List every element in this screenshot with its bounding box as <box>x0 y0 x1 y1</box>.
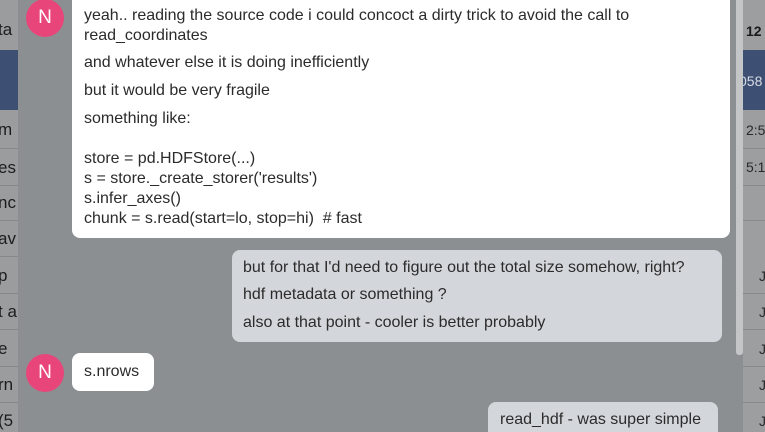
background-text: (5 <box>0 411 14 430</box>
message-text: and whatever else it is doing inefficien… <box>84 54 370 71</box>
background-text: e <box>0 339 8 358</box>
background-text: m <box>0 120 13 139</box>
background-text: p <box>0 266 8 285</box>
background-text: J <box>759 304 765 320</box>
background-text: ta <box>0 20 13 39</box>
user-avatar[interactable]: N <box>26 354 64 392</box>
background-text: J <box>759 377 765 393</box>
code-line: s = store._create_storer('results') <box>84 170 318 187</box>
background-text: J <box>759 268 765 284</box>
background-text: av <box>0 229 16 248</box>
background-text: 12 <box>746 23 762 39</box>
message-text: hdf metadata or something ? <box>243 286 447 303</box>
message-bubble[interactable]: s.nrows <box>72 353 154 391</box>
background-text: J <box>759 413 765 429</box>
user-avatar[interactable]: N <box>26 0 64 37</box>
message-bubble[interactable]: yeah.. reading the source code i could c… <box>72 0 730 238</box>
background-text: 2:5 <box>746 122 765 138</box>
background-text: J <box>759 341 765 357</box>
message-bubble[interactable]: but for that I'd need to figure out the … <box>232 250 722 342</box>
background-page-left: ta m es nc av p t a e rn (5 <box>0 0 18 432</box>
message-text: but it would be very fragile <box>84 82 270 99</box>
background-text: rn <box>0 375 14 394</box>
message-text: read_hdf - was super simple <box>500 411 701 428</box>
background-page-right: 12 058 2:5 5:1 J J J J J <box>743 0 765 432</box>
background-text: es <box>0 158 16 177</box>
background-text: 058 <box>743 73 763 89</box>
message-text: something like: <box>84 110 191 127</box>
background-header-band <box>0 50 18 110</box>
chat-thread[interactable]: N yeah.. reading the source code i could… <box>18 0 743 432</box>
background-text: t a <box>0 302 17 321</box>
background-text: nc <box>0 193 16 212</box>
chat-scrollbar[interactable] <box>736 0 743 355</box>
message-bubble[interactable]: read_hdf - was super simple <box>488 402 718 432</box>
code-line: store = pd.HDFStore(...) <box>84 150 256 167</box>
message-text: yeah.. reading the source code i could c… <box>84 7 630 44</box>
background-text: 5:1 <box>746 159 765 175</box>
message-text: s.nrows <box>84 363 140 380</box>
code-line: s.infer_axes() <box>84 190 181 207</box>
code-line: chunk = s.read(start=lo, stop=hi) # fast <box>84 210 362 227</box>
message-text: but for that I'd need to figure out the … <box>243 259 685 276</box>
message-text: also at that point - cooler is better pr… <box>243 314 546 331</box>
